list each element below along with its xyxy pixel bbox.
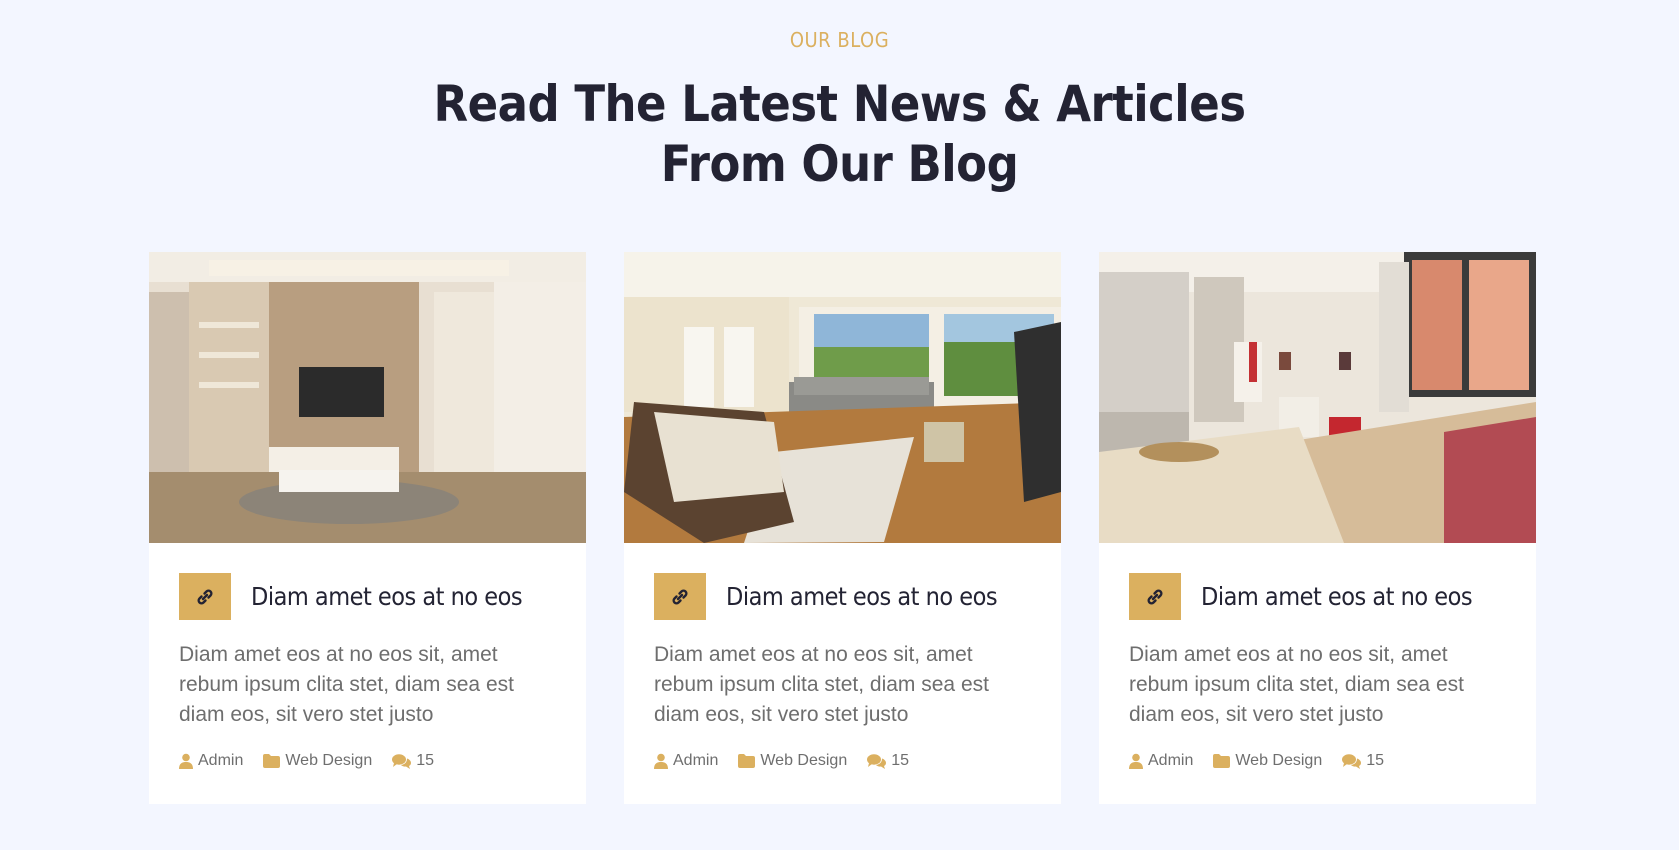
card-meta: Admin Web Design 15 (654, 752, 1031, 770)
comments-icon (392, 753, 412, 769)
meta-author-label: Admin (1148, 752, 1194, 769)
card-meta: Admin Web Design 15 (179, 752, 556, 770)
folder-icon (738, 754, 756, 768)
section-headline: Read The Latest News & Articles From Our… (0, 74, 1679, 194)
meta-comments-count: 15 (416, 752, 435, 769)
folder-icon (263, 754, 281, 768)
card-title[interactable]: Diam amet eos at no eos (251, 582, 523, 611)
meta-category[interactable]: Web Design (263, 752, 372, 770)
headline-line-1: Read The Latest News & Articles (433, 75, 1246, 133)
section-eyebrow: OUR BLOG (789, 28, 890, 52)
card-title-row: Diam amet eos at no eos (179, 573, 556, 620)
blog-cards: Diam amet eos at no eos Diam amet eos at… (149, 252, 1536, 804)
meta-category-label: Web Design (285, 752, 373, 769)
card-body: Diam amet eos at no eos Diam amet eos at… (1129, 573, 1506, 770)
folder-icon (1213, 754, 1231, 768)
link-icon (672, 588, 688, 605)
meta-comments[interactable]: 15 (1342, 752, 1384, 770)
card-title[interactable]: Diam amet eos at no eos (1201, 582, 1473, 611)
meta-author[interactable]: Admin (179, 752, 243, 770)
user-icon (654, 753, 668, 769)
blog-card[interactable]: Diam amet eos at no eos Diam amet eos at… (1099, 252, 1536, 804)
comments-icon (1342, 753, 1362, 769)
link-icon-button[interactable] (654, 573, 706, 620)
card-meta: Admin Web Design 15 (1129, 752, 1506, 770)
card-excerpt: Diam amet eos at no eos sit, amet rebum … (179, 643, 514, 726)
card-body: Diam amet eos at no eos Diam amet eos at… (179, 573, 556, 770)
living-room-tv-wall-photo[interactable] (149, 252, 586, 543)
blog-card[interactable]: Diam amet eos at no eos Diam amet eos at… (149, 252, 586, 804)
meta-category[interactable]: Web Design (738, 752, 847, 770)
card-title-row: Diam amet eos at no eos (654, 573, 1031, 620)
card-excerpt: Diam amet eos at no eos sit, amet rebum … (1129, 643, 1464, 726)
meta-category[interactable]: Web Design (1213, 752, 1322, 770)
card-excerpt: Diam amet eos at no eos sit, amet rebum … (654, 643, 989, 726)
meta-author[interactable]: Admin (654, 752, 718, 770)
comments-icon (867, 753, 887, 769)
meta-category-label: Web Design (760, 752, 848, 769)
user-icon (1129, 753, 1143, 769)
open-kitchen-dining-room-photo[interactable] (1099, 252, 1536, 543)
user-icon (179, 753, 193, 769)
meta-comments-count: 15 (891, 752, 910, 769)
link-icon-button[interactable] (1129, 573, 1181, 620)
meta-author[interactable]: Admin (1129, 752, 1193, 770)
link-icon (1147, 588, 1163, 605)
card-title-row: Diam amet eos at no eos (1129, 573, 1506, 620)
headline-line-2: From Our Blog (660, 135, 1019, 193)
meta-author-label: Admin (198, 752, 244, 769)
link-icon-button[interactable] (179, 573, 231, 620)
link-icon (197, 588, 213, 605)
meta-comments[interactable]: 15 (867, 752, 909, 770)
bright-living-room-windows-photo[interactable] (624, 252, 1061, 543)
meta-author-label: Admin (673, 752, 719, 769)
card-body: Diam amet eos at no eos Diam amet eos at… (654, 573, 1031, 770)
meta-category-label: Web Design (1235, 752, 1323, 769)
meta-comments[interactable]: 15 (392, 752, 434, 770)
blog-card[interactable]: Diam amet eos at no eos Diam amet eos at… (624, 252, 1061, 804)
meta-comments-count: 15 (1366, 752, 1385, 769)
card-title[interactable]: Diam amet eos at no eos (726, 582, 998, 611)
